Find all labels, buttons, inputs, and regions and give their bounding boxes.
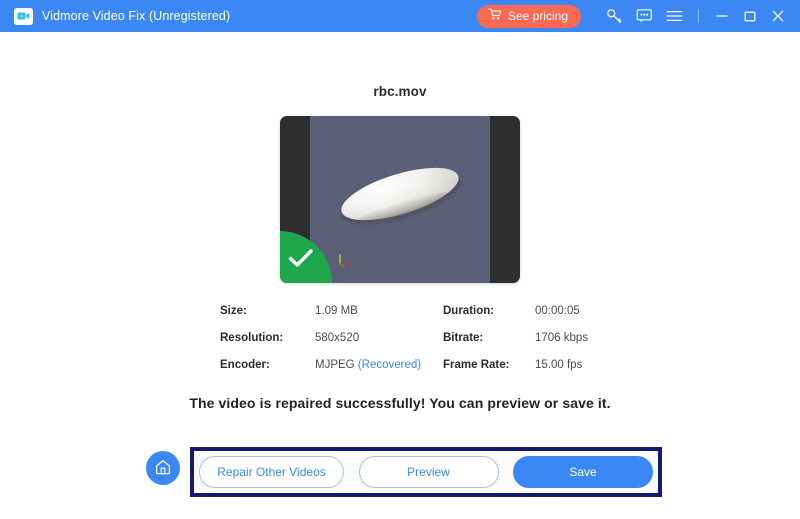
title-bar-right: See pricing [477,0,792,32]
three-d-model [336,158,464,232]
minimize-button[interactable] [708,0,736,32]
action-bar: Repair Other Videos Preview Save [0,447,800,497]
axis-gizmo-icon [337,251,353,267]
app-window: Vidmore Video Fix (Unregistered) See pri… [0,0,800,519]
video-scene [310,116,490,283]
key-icon[interactable] [599,0,629,32]
video-thumbnail[interactable] [280,116,520,283]
shopping-cart-icon [488,8,502,24]
repair-other-videos-button[interactable]: Repair Other Videos [199,456,344,488]
main-content: rbc.mov [0,32,800,519]
close-button[interactable] [764,0,792,32]
metadata-value-resolution: 580x520 [315,332,443,344]
title-bar-divider [698,9,699,23]
video-metadata: Size: 1.09 MB Duration: 00:00:05 Resolut… [220,305,580,371]
see-pricing-label: See pricing [508,9,568,23]
metadata-value-size: 1.09 MB [315,305,443,317]
maximize-button[interactable] [736,0,764,32]
feedback-icon[interactable] [629,0,659,32]
metadata-key-duration: Duration: [443,305,535,317]
home-icon [154,458,172,479]
see-pricing-button[interactable]: See pricing [477,5,581,28]
title-bar-left: Vidmore Video Fix (Unregistered) [14,8,230,25]
action-button-group: Repair Other Videos Preview Save [190,447,662,497]
video-camera-icon [14,8,33,25]
check-mark-icon [288,248,314,274]
title-bar: Vidmore Video Fix (Unregistered) See pri… [0,0,800,32]
encoder-codec: MJPEG [315,359,355,371]
status-message: The video is repaired successfully! You … [189,395,610,411]
metadata-value-bitrate: 1706 kbps [535,332,588,344]
metadata-value-framerate: 15.00 fps [535,359,588,371]
file-name: rbc.mov [373,84,426,99]
metadata-key-size: Size: [220,305,315,317]
encoder-recovered-tag: (Recovered) [358,359,421,371]
app-title: Vidmore Video Fix (Unregistered) [42,9,230,23]
preview-button[interactable]: Preview [359,456,499,488]
metadata-key-resolution: Resolution: [220,332,315,344]
video-thumbnail-frame [280,116,520,283]
home-button[interactable] [146,451,180,485]
metadata-value-duration: 00:00:05 [535,305,588,317]
save-button[interactable]: Save [513,456,653,488]
metadata-value-encoder: MJPEG (Recovered) [315,359,443,371]
metadata-key-bitrate: Bitrate: [443,332,535,344]
metadata-key-framerate: Frame Rate: [443,359,535,371]
metadata-key-encoder: Encoder: [220,359,315,371]
menu-icon[interactable] [659,0,689,32]
